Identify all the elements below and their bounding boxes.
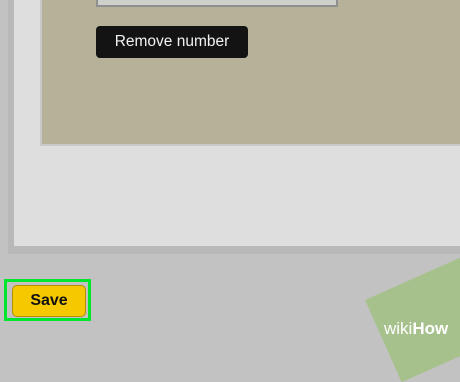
watermark-wiki: wiki xyxy=(384,319,413,338)
watermark-how: How xyxy=(412,319,449,338)
save-button[interactable]: Save xyxy=(12,285,86,317)
wikihow-watermark: wikiHow xyxy=(384,319,458,339)
remove-number-button[interactable]: Remove number xyxy=(96,26,248,58)
phone-number-section xyxy=(40,0,460,146)
phone-number-input[interactable] xyxy=(96,0,338,7)
watermark-background xyxy=(365,247,460,382)
